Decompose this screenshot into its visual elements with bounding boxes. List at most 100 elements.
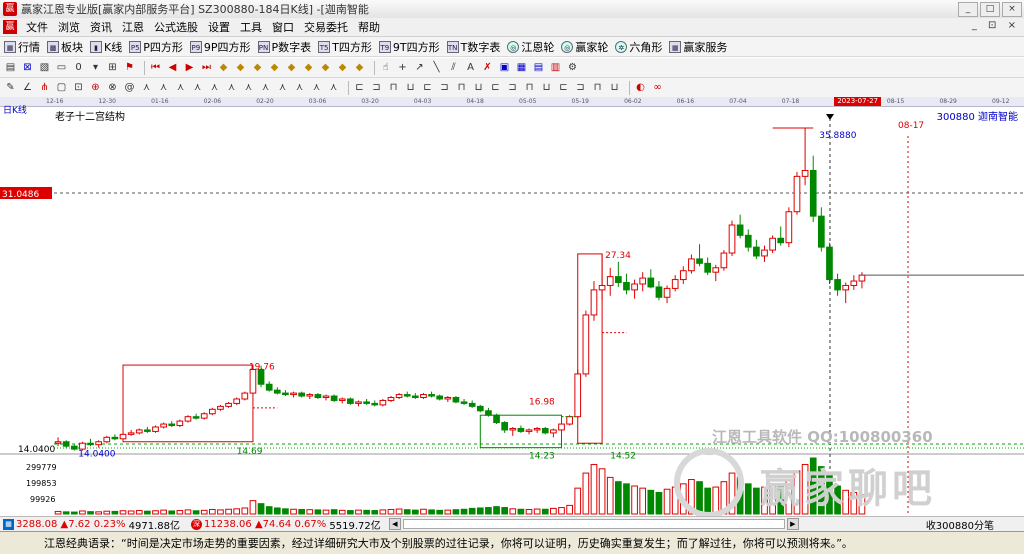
menu-file[interactable]: 文件 [21, 19, 53, 35]
last-bar-icon[interactable]: ⏭ [200, 61, 213, 74]
bracket-8-icon[interactable]: ⊔ [472, 81, 485, 94]
bracket-15-icon[interactable]: ⊓ [591, 81, 604, 94]
t-square-button[interactable]: T5 T四方形 [318, 39, 372, 55]
fan-13-icon[interactable]: ⋏ [327, 81, 340, 94]
menu-trade[interactable]: 交易委托 [299, 19, 353, 35]
t-table-button[interactable]: TN T数字表 [446, 39, 500, 55]
text-icon[interactable]: A [464, 61, 477, 74]
menu-tools[interactable]: 工具 [235, 19, 267, 35]
menu-info[interactable]: 资讯 [85, 19, 117, 35]
menu-browse[interactable]: 浏览 [53, 19, 85, 35]
note-icon[interactable]: ▭ [55, 61, 68, 74]
gann-tool-8-icon[interactable]: ◆ [336, 61, 349, 74]
indicator-icon[interactable]: ⊠ [21, 61, 34, 74]
pencil-icon[interactable]: ✎ [4, 81, 17, 94]
menu-formula[interactable]: 公式选股 [149, 19, 203, 35]
menu-help[interactable]: 帮助 [353, 19, 385, 35]
bracket-5-icon[interactable]: ⊏ [421, 81, 434, 94]
flag-icon[interactable]: ⚑ [123, 61, 136, 74]
channel-icon[interactable]: ⫽ [447, 61, 460, 74]
9p-square-button[interactable]: P9 9P四方形 [189, 39, 251, 55]
gann-tool-7-icon[interactable]: ◆ [319, 61, 332, 74]
bracket-12-icon[interactable]: ⊔ [540, 81, 553, 94]
crosshair-icon[interactable]: + [396, 61, 409, 74]
fan-11-icon[interactable]: ⋏ [293, 81, 306, 94]
calc-icon[interactable]: ⊞ [106, 61, 119, 74]
fan-12-icon[interactable]: ⋏ [310, 81, 323, 94]
zero-icon[interactable]: 0 [72, 61, 85, 74]
p-square-button[interactable]: P5 P四方形 [129, 39, 183, 55]
scroll-track[interactable] [402, 519, 785, 529]
sectors-button[interactable]: ▩ 板块 [47, 39, 83, 55]
box-icon[interactable]: ▢ [55, 81, 68, 94]
bracket-14-icon[interactable]: ⊐ [574, 81, 587, 94]
color-icon[interactable]: ◐ [634, 81, 647, 94]
kline-button[interactable]: ▮ K线 [90, 39, 122, 55]
hand-icon[interactable]: ☝ [379, 61, 392, 74]
fan-4-icon[interactable]: ⋏ [174, 81, 187, 94]
fan-1-icon[interactable]: ⋔ [38, 81, 51, 94]
index-sh[interactable]: ▦ 3288.08 ▲7.62 0.23% 4971.88亿 [0, 517, 180, 532]
zoom-icon[interactable]: ▥ [549, 61, 562, 74]
fan-2-icon[interactable]: ⋏ [140, 81, 153, 94]
next-bar-icon[interactable]: ▶ [183, 61, 196, 74]
minimize-button[interactable]: _ [958, 2, 978, 17]
mdi-controls[interactable]: _ ⊡ × [972, 20, 1020, 31]
p-table-button[interactable]: PN P数字表 [257, 39, 311, 55]
line-icon[interactable]: ╲ [430, 61, 443, 74]
arrow-icon[interactable]: ↗ [413, 61, 426, 74]
gann-wheel-button[interactable]: ◎ 江恩轮 [507, 39, 554, 55]
ruler-icon[interactable]: ⊡ [72, 81, 85, 94]
print-icon[interactable]: ▤ [532, 61, 545, 74]
dropdown-icon[interactable]: ▾ [89, 61, 102, 74]
close-button[interactable]: × [1002, 2, 1022, 17]
winner-wheel-button[interactable]: ◎ 赢家轮 [561, 39, 608, 55]
index-sz[interactable]: 深 11238.06 ▲74.64 0.67% 5519.72亿 [188, 517, 381, 532]
service-button[interactable]: ▦ 赢家服务 [669, 39, 727, 55]
save-icon[interactable]: ▣ [498, 61, 511, 74]
menu-window[interactable]: 窗口 [267, 19, 299, 35]
bracket-4-icon[interactable]: ⊔ [404, 81, 417, 94]
horizontal-scrollbar[interactable]: ◀ ▶ [388, 518, 799, 530]
fan-7-icon[interactable]: ⋏ [225, 81, 238, 94]
bracket-1-icon[interactable]: ⊏ [353, 81, 366, 94]
tick-detail-button[interactable]: 收300880分笔 [926, 517, 994, 532]
fan-3-icon[interactable]: ⋏ [157, 81, 170, 94]
prev-bar-icon[interactable]: ◀ [166, 61, 179, 74]
bracket-6-icon[interactable]: ⊐ [438, 81, 451, 94]
first-bar-icon[interactable]: ⏮ [149, 61, 162, 74]
gann-tool-4-icon[interactable]: ◆ [268, 61, 281, 74]
bracket-2-icon[interactable]: ⊐ [370, 81, 383, 94]
template-icon[interactable]: ▧ [38, 61, 51, 74]
target-icon[interactable]: ⊕ [89, 81, 102, 94]
scroll-left-icon[interactable]: ◀ [388, 518, 401, 530]
fan-5-icon[interactable]: ⋏ [191, 81, 204, 94]
angle-icon[interactable]: ∠ [21, 81, 34, 94]
options-icon[interactable]: ⚙ [566, 61, 579, 74]
gann-tool-1-icon[interactable]: ◆ [217, 61, 230, 74]
gann-tool-3-icon[interactable]: ◆ [251, 61, 264, 74]
bracket-10-icon[interactable]: ⊐ [506, 81, 519, 94]
fan-10-icon[interactable]: ⋏ [276, 81, 289, 94]
infinity-icon[interactable]: ∞ [651, 81, 664, 94]
hexagon-button[interactable]: ✲ 六角形 [615, 39, 662, 55]
menu-gann[interactable]: 江恩 [117, 19, 149, 35]
grid-save-icon[interactable]: ▦ [515, 61, 528, 74]
bracket-3-icon[interactable]: ⊓ [387, 81, 400, 94]
gann-tool-5-icon[interactable]: ◆ [285, 61, 298, 74]
gann-tool-2-icon[interactable]: ◆ [234, 61, 247, 74]
maximize-button[interactable]: □ [980, 2, 1000, 17]
fan-6-icon[interactable]: ⋏ [208, 81, 221, 94]
fan-8-icon[interactable]: ⋏ [242, 81, 255, 94]
delete-icon[interactable]: ✗ [481, 61, 494, 74]
circle-icon[interactable]: ⊗ [106, 81, 119, 94]
spiral-icon[interactable]: @ [123, 81, 136, 94]
bracket-7-icon[interactable]: ⊓ [455, 81, 468, 94]
scroll-right-icon[interactable]: ▶ [786, 518, 799, 530]
menu-settings[interactable]: 设置 [203, 19, 235, 35]
9t-square-button[interactable]: T9 9T四方形 [378, 39, 440, 55]
gann-tool-6-icon[interactable]: ◆ [302, 61, 315, 74]
fan-9-icon[interactable]: ⋏ [259, 81, 272, 94]
bracket-9-icon[interactable]: ⊏ [489, 81, 502, 94]
bracket-16-icon[interactable]: ⊔ [608, 81, 621, 94]
